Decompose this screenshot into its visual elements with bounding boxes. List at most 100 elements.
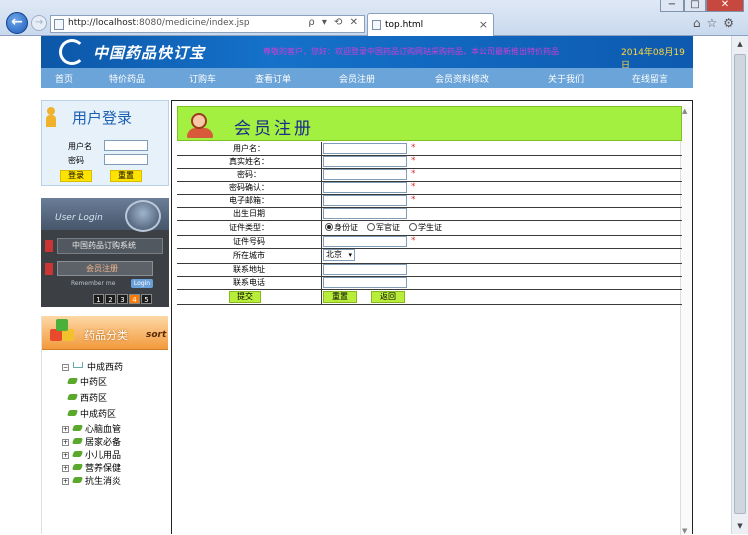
leaf-icon [71, 464, 84, 470]
leaf-icon [71, 425, 84, 431]
expand-icon[interactable]: + [62, 426, 69, 433]
expand-icon[interactable]: + [62, 452, 69, 459]
pager-3[interactable]: 3 [117, 294, 128, 304]
row-phone: 联系电话 [177, 276, 682, 290]
tree-node-xiyao[interactable]: 西药区 [66, 391, 107, 404]
menu-register[interactable]: 会员注册 [339, 72, 375, 85]
menu-orders[interactable]: 查看订单 [255, 72, 291, 85]
chevron-down-icon: ▾ [348, 251, 352, 259]
row-id-type: 证件类型： 身份证 军官证 学生证 [177, 220, 682, 236]
reset-button[interactable]: 重置 [323, 291, 357, 303]
menu-about[interactable]: 关于我们 [548, 72, 584, 85]
menu-cart[interactable]: 订购车 [189, 72, 216, 85]
tab-title: top.html [385, 20, 424, 30]
password-label: 密码： [177, 168, 322, 181]
tree-node-jujia[interactable]: + 居家必备 [62, 435, 121, 448]
main-menu: 首页 特价药品 订购车 查看订单 会员注册 会员资料修改 关于我们 在线留言 [41, 68, 693, 88]
favorites-icon[interactable]: ☆ [706, 16, 723, 30]
minimize-button[interactable]: − [660, 0, 684, 12]
collapse-icon[interactable]: − [62, 364, 69, 371]
tab-close-icon[interactable]: × [479, 18, 488, 31]
row-email: 电子邮箱： * [177, 194, 682, 208]
pager-1[interactable]: 1 [93, 294, 104, 304]
id-type-idcard-radio[interactable]: 身份证 [325, 222, 358, 233]
pager-2[interactable]: 2 [105, 294, 116, 304]
tree-node-zhongchengxiyao[interactable]: − 中成西药 [62, 360, 123, 373]
id-number-label: 证件号码 [177, 235, 322, 248]
email-input[interactable] [323, 195, 407, 206]
address-bar[interactable]: http://localhost:8080/medicine/index.jsp… [50, 15, 365, 33]
id-number-input[interactable] [323, 236, 407, 247]
phone-input[interactable] [323, 277, 407, 288]
maximize-button[interactable]: □ [684, 0, 706, 12]
back-button[interactable]: ← [6, 12, 28, 34]
password-confirm-label: 密码确认： [177, 181, 322, 194]
menu-special[interactable]: 特价药品 [109, 72, 145, 85]
leaf-icon [71, 451, 84, 457]
tree-node-kangsheng[interactable]: + 抗生消炎 [62, 474, 121, 487]
address-label: 联系地址 [177, 263, 322, 276]
tree-node-xiaoer[interactable]: + 小儿用品 [62, 448, 121, 461]
menu-home[interactable]: 首页 [55, 72, 73, 85]
address-url[interactable]: http://localhost:8080/medicine/index.jsp [68, 18, 250, 28]
password-input[interactable] [323, 169, 407, 180]
forward-button[interactable]: → [31, 15, 47, 31]
site-container: 中国药品快订宝 尊敬的客户，您好：欢迎登录中国药品订购网站采购药品，本公司最新推… [41, 36, 693, 535]
welcome-marquee: 尊敬的客户，您好：欢迎登录中国药品订购网站采购药品，本公司最新推出特价药品 [263, 47, 559, 56]
site-logo[interactable]: 中国药品快订宝 [93, 42, 205, 63]
login-username-input[interactable] [104, 140, 148, 151]
pager-4[interactable]: 4 [129, 294, 140, 304]
birthday-input[interactable] [323, 208, 407, 219]
banner-login-button[interactable]: Login [131, 279, 153, 288]
browser-command-icons: ⌂☆⚙ [693, 16, 740, 30]
required-mark: * [411, 182, 416, 192]
pager-5[interactable]: 5 [141, 294, 152, 304]
city-select[interactable]: 北京 ▾ [323, 249, 355, 261]
tree-node-zhongchengyao[interactable]: 中成药区 [66, 407, 116, 420]
id-type-student-radio[interactable]: 学生证 [409, 222, 442, 233]
back-button-form[interactable]: 返回 [371, 291, 405, 303]
remember-me[interactable]: Remember me [71, 280, 115, 287]
expand-icon[interactable]: + [62, 465, 69, 472]
tree-node-xinnao[interactable]: + 心脑血管 [62, 422, 121, 435]
scroll-up-icon[interactable]: ▲ [732, 36, 748, 52]
radio-icon [409, 223, 417, 231]
menu-profile[interactable]: 会员资料修改 [435, 72, 489, 85]
member-register-link[interactable]: 会员注册 [57, 261, 153, 276]
expand-icon[interactable]: + [62, 439, 69, 446]
row-realname: 真实姓名： * [177, 155, 682, 169]
submit-button[interactable]: 提交 [229, 291, 261, 303]
logo-icon [59, 39, 85, 65]
birthday-label: 出生日期 [177, 207, 322, 220]
scroll-down-icon[interactable]: ▼ [732, 518, 748, 534]
login-password-input[interactable] [104, 154, 148, 165]
cubes-icon [48, 319, 76, 347]
tab-top[interactable]: top.html × [367, 13, 494, 36]
login-button[interactable]: 登录 [60, 170, 92, 182]
password-confirm-input[interactable] [323, 182, 407, 193]
settings-icon[interactable]: ⚙ [723, 16, 740, 30]
left-sidebar: 用户登录 用户名 密码 登录 重置 User Login 中国药品订购系统 会员… [41, 100, 169, 534]
tree-node-zhongyao[interactable]: 中药区 [66, 375, 107, 388]
home-icon[interactable]: ⌂ [693, 16, 707, 30]
username-input[interactable] [323, 143, 407, 154]
registration-header: 会员注册 [177, 106, 682, 141]
page-scrollbar[interactable]: ▲ ▼ [731, 36, 748, 534]
leaf-icon [71, 477, 84, 483]
address-input[interactable] [323, 264, 407, 275]
page-icon [54, 19, 64, 30]
address-tools-icon[interactable]: ρ ▾ ⟲ ✕ [308, 17, 360, 28]
row-birthday: 出生日期 [177, 207, 682, 221]
required-mark: * [411, 236, 416, 246]
login-reset-button[interactable]: 重置 [110, 170, 142, 182]
id-type-officer-radio[interactable]: 军官证 [367, 222, 400, 233]
leaf-icon [66, 378, 79, 384]
expand-icon[interactable]: + [62, 478, 69, 485]
tree-node-yingyang[interactable]: + 营养保健 [62, 461, 121, 474]
scroll-thumb[interactable] [734, 54, 746, 514]
menu-message[interactable]: 在线留言 [632, 72, 668, 85]
system-name-link[interactable]: 中国药品订购系统 [57, 238, 163, 254]
realname-input[interactable] [323, 156, 407, 167]
close-button[interactable]: ✕ [706, 0, 744, 12]
key-icon [45, 240, 53, 252]
